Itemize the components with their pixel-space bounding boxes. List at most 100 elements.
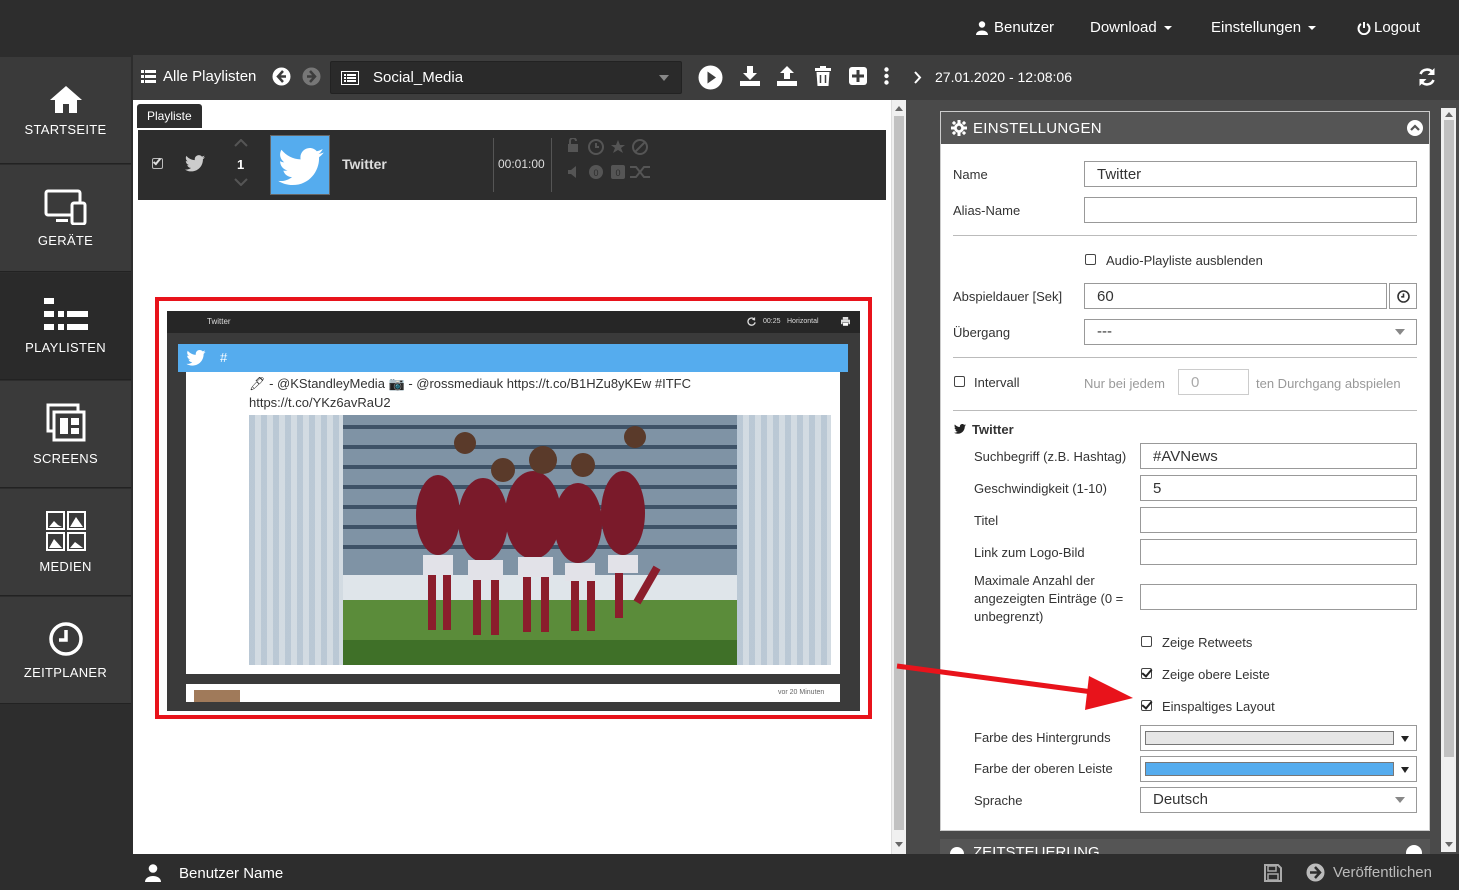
twitter-logo-icon [278, 148, 324, 186]
refresh-icon[interactable] [1417, 67, 1437, 87]
max-entries-input[interactable] [1140, 584, 1417, 610]
playlist-content: Playliste 1 Twitter 00:01:00 0 0 Twitter [133, 100, 891, 854]
move-down-icon[interactable] [234, 178, 248, 186]
speed-input[interactable] [1140, 475, 1417, 501]
playlist-tab-label: Playliste [147, 109, 192, 123]
scroll-thumb[interactable] [1444, 120, 1454, 757]
details-scrollbar[interactable] [1441, 108, 1456, 852]
caret-down-icon [1395, 329, 1405, 335]
logo-input[interactable] [1140, 539, 1417, 565]
preview-orientation: Horizontal [787, 318, 819, 325]
scroll-thumb[interactable] [894, 116, 904, 830]
row-options-icons[interactable]: 0 0 [566, 138, 652, 184]
playlist-row[interactable]: 1 Twitter 00:01:00 0 0 [138, 130, 886, 200]
settings-menu-label: Einstellungen [1211, 19, 1302, 36]
bg-color-label: Farbe des Hintergrunds [974, 730, 1111, 745]
back-arrow-icon[interactable] [272, 67, 291, 86]
scroll-up-icon[interactable] [1445, 112, 1453, 117]
sidebar-item-zeitplaner[interactable]: ZEITPLANER [0, 597, 131, 704]
scroll-down-icon[interactable] [895, 842, 903, 847]
image-blur-left [249, 415, 343, 665]
upload-icon[interactable] [777, 66, 797, 86]
twitter-feed-bar: # [178, 344, 848, 372]
settings-header-label: EINSTELLUNGEN [973, 119, 1102, 137]
twitter-bird-icon [185, 155, 205, 172]
alias-input[interactable] [1084, 197, 1417, 223]
hide-audio-label: Audio-Playliste ausblenden [1106, 253, 1263, 268]
more-vertical-icon[interactable] [884, 67, 889, 85]
caret-down-icon [1395, 797, 1405, 803]
save-icon[interactable] [1264, 864, 1282, 882]
language-label: Sprache [974, 793, 1023, 808]
forward-arrow-icon[interactable] [302, 67, 321, 86]
collapse-up-icon[interactable] [1407, 120, 1423, 136]
twitter-logo-icon [186, 350, 206, 366]
playlist-tab[interactable]: Playliste [137, 104, 202, 128]
row-checkbox[interactable] [152, 156, 163, 169]
caret-down-icon [1401, 736, 1409, 742]
sidebar-item-medien[interactable]: MEDIEN [0, 489, 131, 596]
user-icon [976, 20, 988, 35]
settings-menu[interactable]: Einstellungen [1211, 0, 1317, 55]
play-icon[interactable] [698, 65, 723, 90]
settings-section: EINSTELLUNGEN Name Alias-Name Audio-Play… [940, 111, 1430, 831]
download-menu[interactable]: Download [1090, 0, 1173, 55]
user-menu[interactable]: Benutzer [976, 0, 1054, 55]
sidebar-item-geraete[interactable]: GERÄTE [0, 165, 131, 272]
row-divider [493, 138, 494, 192]
bar-color-picker[interactable] [1140, 756, 1417, 782]
hide-audio-checkbox[interactable] [1085, 254, 1096, 265]
collapse-icon[interactable] [1406, 845, 1422, 854]
print-icon [841, 317, 850, 326]
search-label: Suchbegriff (z.B. Hashtag) [974, 449, 1127, 464]
sidebar-item-playlisten[interactable]: PLAYLISTEN [0, 273, 131, 380]
single-column-checkbox[interactable] [1141, 700, 1152, 711]
retweets-checkbox[interactable] [1141, 636, 1152, 647]
download-icon[interactable] [740, 66, 760, 86]
duration-timer-button[interactable] [1389, 283, 1417, 309]
settings-header[interactable]: EINSTELLUNGEN [941, 112, 1429, 144]
sidebar-item-label: MEDIEN [39, 558, 92, 574]
devices-icon [44, 189, 86, 225]
playlist-select[interactable]: Social_Media [330, 61, 682, 94]
timing-section-label: ZEITSTEUERUNG [973, 844, 1100, 854]
row-name: Twitter [342, 156, 387, 172]
tweet-card-next: vor 20 Minuten [186, 684, 840, 702]
add-icon[interactable] [849, 67, 867, 85]
title-input[interactable] [1140, 507, 1417, 533]
tweet-image [249, 415, 831, 665]
all-playlists-label: Alle Playlisten [163, 68, 257, 85]
logout-button[interactable]: Logout [1357, 0, 1420, 55]
language-select[interactable]: Deutsch [1140, 787, 1417, 813]
name-input[interactable] [1084, 161, 1417, 187]
interval-checkbox[interactable] [954, 376, 965, 387]
show-topbar-checkbox[interactable] [1141, 668, 1152, 679]
logo-label: Link zum Logo-Bild [974, 545, 1085, 560]
search-input[interactable] [1140, 443, 1417, 469]
scroll-down-icon[interactable] [1445, 842, 1453, 847]
publish-button[interactable]: Veröffentlichen [1306, 863, 1432, 882]
all-playlists-button[interactable]: Alle Playlisten [141, 68, 256, 85]
chevron-right-icon[interactable] [914, 71, 922, 84]
timing-section-header[interactable]: ZEITSTEUERUNG [940, 839, 1430, 854]
transition-select[interactable]: --- [1084, 319, 1417, 345]
trash-icon[interactable] [815, 66, 831, 86]
preview-title: Twitter [207, 317, 231, 326]
scroll-up-icon[interactable] [895, 106, 903, 111]
twitter-section-title: Twitter [972, 422, 1014, 437]
download-menu-label: Download [1090, 19, 1157, 36]
show-topbar-label: Zeige obere Leiste [1162, 667, 1270, 682]
user-menu-label: Benutzer [994, 19, 1055, 36]
duration-input[interactable] [1084, 283, 1387, 309]
sidebar-item-startseite[interactable]: STARTSEITE [0, 57, 131, 164]
move-up-icon[interactable] [234, 139, 248, 147]
caret-down-icon [659, 75, 669, 81]
interval-label: Intervall [974, 375, 1020, 390]
single-column-label: Einspaltiges Layout [1162, 699, 1275, 714]
main-scrollbar[interactable] [891, 100, 906, 854]
interval-input[interactable] [1178, 369, 1249, 395]
sidebar-item-screens[interactable]: SCREENS [0, 381, 131, 488]
speed-label: Geschwindigkeit (1-10) [974, 481, 1107, 496]
bg-color-picker[interactable] [1140, 725, 1417, 751]
playlist-select-value: Social_Media [373, 69, 464, 86]
